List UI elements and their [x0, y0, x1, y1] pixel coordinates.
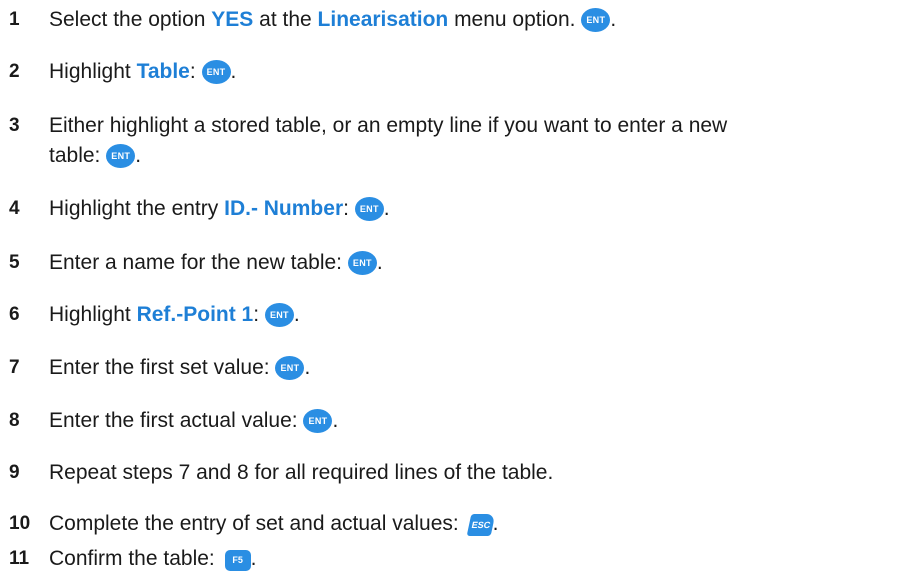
step-text: Enter the first actual value: ENT.	[49, 409, 339, 433]
step-number: 7	[9, 357, 20, 378]
ent-key-icon: ENT	[106, 144, 136, 168]
step-text: Either highlight a stored table, or an e…	[49, 114, 728, 137]
step-text: Complete the entry of set and actual val…	[49, 512, 499, 536]
step-number: 8	[9, 410, 20, 431]
f5-key-icon: F5	[224, 550, 251, 571]
ent-key-icon: ENT	[264, 303, 294, 327]
step-text: Highlight the entry ID.- Number: ENT.	[49, 197, 390, 221]
ent-key-icon: ENT	[201, 60, 231, 84]
step-number: 11	[9, 548, 30, 569]
ent-key-icon: ENT	[354, 197, 384, 221]
entry-ref-point-1: Ref.-Point 1	[136, 303, 254, 326]
step-number: 9	[9, 462, 20, 483]
ent-key-icon: ENT	[303, 409, 333, 433]
instruction-steps: 1 Select the option YES at the Linearisa…	[0, 0, 923, 581]
ent-key-icon: ENT	[347, 251, 377, 275]
step-number: 2	[9, 61, 20, 82]
ent-key-icon: ENT	[581, 8, 611, 32]
step-number: 10	[9, 513, 31, 534]
step-text: Highlight Ref.-Point 1: ENT.	[49, 303, 300, 327]
esc-key-icon: ESC	[466, 514, 495, 536]
step-text: Highlight Table: ENT.	[49, 60, 237, 84]
menu-table: Table	[136, 60, 190, 83]
step-text: Select the option YES at the Linearisati…	[49, 8, 617, 32]
step-number: 5	[9, 252, 20, 273]
step-number: 3	[9, 115, 20, 136]
step-number: 1	[9, 9, 20, 30]
ent-key-icon: ENT	[275, 356, 305, 380]
step-number: 6	[9, 304, 20, 325]
step-number: 4	[9, 198, 20, 219]
step-text: table: ENT.	[49, 144, 142, 168]
option-yes: YES	[211, 8, 254, 31]
step-text: Repeat steps 7 and 8 for all required li…	[49, 461, 554, 484]
step-text: Enter a name for the new table: ENT.	[49, 251, 383, 275]
step-text: Enter the first set value: ENT.	[49, 356, 311, 380]
step-text: Confirm the table: F5.	[49, 547, 257, 571]
entry-id-number: ID.- Number	[224, 197, 344, 220]
menu-linearisation: Linearisation	[317, 8, 449, 31]
